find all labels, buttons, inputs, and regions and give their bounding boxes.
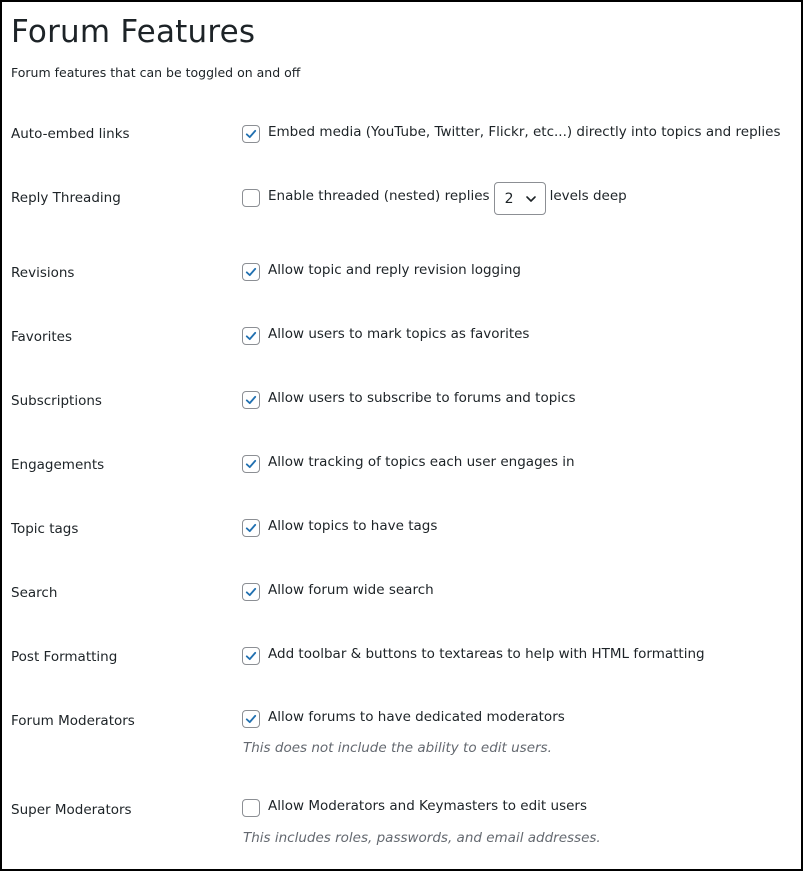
setting-label: Forum Moderators <box>11 713 135 729</box>
setting-label: Engagements <box>11 457 105 473</box>
search-checkbox[interactable] <box>242 583 260 601</box>
page-description: Forum features that can be toggled on an… <box>11 65 301 80</box>
checkmark-icon <box>245 523 257 533</box>
setting-hint: This does not include the ability to edi… <box>243 740 552 756</box>
forum-features-panel: Forum Features Forum features that can b… <box>0 0 803 871</box>
setting-label: Super Moderators <box>11 802 132 818</box>
favorites-checkbox[interactable] <box>242 327 260 345</box>
setting-description: Enable threaded (nested) replies <box>268 188 490 204</box>
thread-depth-select[interactable]: 2 <box>493 182 546 215</box>
checkmark-icon <box>245 587 257 597</box>
engagements-checkbox[interactable] <box>242 455 260 473</box>
setting-description: Embed media (YouTube, Twitter, Flickr, e… <box>268 124 781 140</box>
chevron-down-icon <box>525 195 536 202</box>
setting-description: Allow Moderators and Keymasters to edit … <box>268 798 587 814</box>
setting-description: Allow forum wide search <box>268 582 434 598</box>
page-title: Forum Features <box>11 14 256 50</box>
reply-threading-checkbox[interactable] <box>242 189 260 207</box>
subscriptions-checkbox[interactable] <box>242 391 260 409</box>
setting-label: Favorites <box>11 329 72 345</box>
setting-label: Search <box>11 585 58 601</box>
checkmark-icon <box>245 714 257 724</box>
checkmark-icon <box>245 267 257 277</box>
setting-label: Revisions <box>11 265 75 281</box>
setting-description: Allow tracking of topics each user engag… <box>268 454 575 470</box>
checkmark-icon <box>245 331 257 341</box>
checkmark-icon <box>245 651 257 661</box>
setting-description: Allow topics to have tags <box>268 518 438 534</box>
forum-moderators-checkbox[interactable] <box>242 710 260 728</box>
auto-embed-checkbox[interactable] <box>242 125 260 143</box>
setting-description: Allow topic and reply revision logging <box>268 262 521 278</box>
topic-tags-checkbox[interactable] <box>242 519 260 537</box>
setting-description: Allow users to mark topics as favorites <box>268 326 530 342</box>
thread-depth-value: 2 <box>504 190 514 207</box>
thread-depth-suffix: levels deep <box>549 188 627 204</box>
setting-description: Allow forums to have dedicated moderator… <box>268 709 565 725</box>
setting-description: Allow users to subscribe to forums and t… <box>268 390 576 406</box>
setting-label: Post Formatting <box>11 649 118 665</box>
setting-label: Topic tags <box>11 521 79 537</box>
setting-label: Reply Threading <box>11 190 121 206</box>
checkmark-icon <box>245 459 257 469</box>
setting-label: Subscriptions <box>11 393 102 409</box>
super-moderators-checkbox[interactable] <box>242 799 260 817</box>
checkmark-icon <box>245 395 257 405</box>
setting-description: Add toolbar & buttons to textareas to he… <box>268 646 705 662</box>
setting-hint: This includes roles, passwords, and emai… <box>243 830 601 846</box>
checkmark-icon <box>245 129 257 139</box>
setting-label: Auto-embed links <box>11 126 130 142</box>
revisions-checkbox[interactable] <box>242 263 260 281</box>
post-formatting-checkbox[interactable] <box>242 647 260 665</box>
